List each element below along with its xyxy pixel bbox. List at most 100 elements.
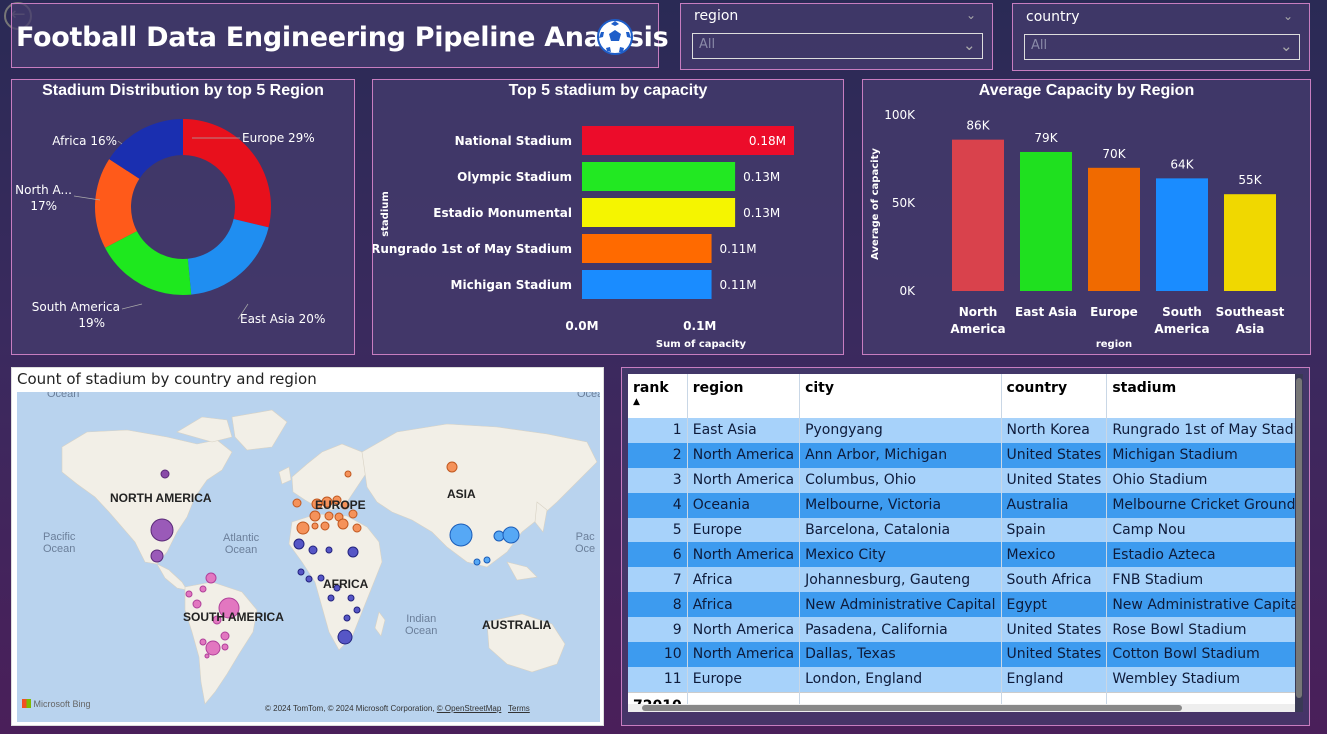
column-header-region[interactable]: region (687, 374, 801, 418)
country-cell: Mexico (1001, 542, 1108, 568)
table-row[interactable]: 1 East Asia Pyongyang North Korea Rungrado 1… (628, 418, 1295, 443)
osm-link[interactable]: © OpenStreetMap (437, 704, 502, 713)
stadium-cell: Estadio Azteca (1106, 542, 1295, 568)
region-cell: Oceania (687, 492, 801, 518)
barh-data-label: 0.13M (743, 206, 780, 220)
donut-leader-line (117, 140, 123, 145)
horizontal-scrollbar[interactable] (628, 704, 1295, 712)
table-row[interactable]: 7 Africa Johannesburg, Gauteng South Africa… (628, 567, 1295, 593)
country-cell: England (1001, 666, 1108, 693)
vertical-scrollbar-thumb[interactable] (1296, 378, 1302, 698)
barv-category-label: Southeast (1216, 305, 1285, 319)
barh-bar[interactable] (582, 162, 736, 191)
rank-cell: 3 (628, 467, 688, 493)
country-cell: Spain (1001, 517, 1108, 543)
barv-data-label: 64K (1170, 157, 1194, 171)
region-cell: Europe (687, 517, 801, 543)
country-dropdown[interactable]: All (1024, 34, 1300, 60)
barh-category-label: Rungrado 1st of May Stadium (373, 242, 572, 256)
donut-slice-1[interactable] (187, 219, 269, 295)
stadium-table: rank ▲ region city country stadium 1 East … (628, 374, 1295, 712)
barh-data-label: 0.11M (720, 242, 757, 256)
barv-tick-label: 50K (892, 196, 916, 210)
city-cell: Mexico City (799, 542, 1002, 568)
barv-xlabel: region (1096, 339, 1132, 350)
continent-label-europe: EUROPE (315, 498, 366, 512)
table-row[interactable]: 3 North America Columbus, Ohio United State… (628, 467, 1295, 493)
barh-title: Top 5 stadium by capacity (508, 82, 708, 99)
barv-bar[interactable] (1020, 151, 1072, 291)
rank-cell: 8 (628, 592, 688, 618)
column-header-rank[interactable]: rank ▲ (628, 374, 688, 418)
barv-category-label: South (1162, 305, 1202, 319)
barh-bar[interactable] (582, 270, 712, 299)
barh-bar[interactable] (582, 234, 712, 263)
chevron-down-icon[interactable]: ⌄ (966, 8, 976, 22)
table-row[interactable]: 11 Europe London, England England Wembley St… (628, 666, 1295, 693)
barv-bar[interactable] (1224, 194, 1276, 291)
country-cell: United States (1001, 467, 1108, 493)
table-row[interactable]: 4 Oceania Melbourne, Victoria Australia Melb… (628, 492, 1295, 518)
table-container: rank ▲ region city country stadium 1 East … (628, 374, 1295, 712)
region-cell: Europe (687, 666, 801, 693)
city-cell: New Administrative Capital (799, 592, 1002, 618)
stadium-cell: Wembley Stadium (1106, 666, 1295, 693)
barh-bar[interactable] (582, 198, 736, 227)
map-area[interactable]: NORTH AMERICA EUROPE ASIA AFRICA SOUTH A… (17, 392, 600, 722)
region-slicer-label: region (694, 8, 739, 24)
barh-xlabel: Sum of capacity (656, 339, 747, 350)
column-header-stadium[interactable]: stadium (1106, 374, 1295, 418)
country-cell: North Korea (1001, 418, 1108, 443)
barv-category-label: Asia (1236, 322, 1265, 336)
barh-category-label: Michigan Stadium (451, 278, 572, 292)
barv-category-label: Europe (1090, 305, 1138, 319)
table-row[interactable]: 6 North America Mexico City Mexico Estadio A… (628, 542, 1295, 568)
table-row[interactable]: 8 Africa New Administrative Capital Egypt Ne… (628, 592, 1295, 618)
barh-data-label: 0.18M (749, 134, 786, 148)
column-header-country[interactable]: country (1001, 374, 1108, 418)
region-cell: Africa (687, 567, 801, 593)
donut-chart: Europe 29% East Asia 20% South America 19% N… (15, 119, 325, 330)
region-cell: North America (687, 442, 801, 468)
rank-cell: 2 (628, 442, 688, 468)
barv-bar[interactable] (952, 139, 1004, 291)
chevron-down-icon[interactable]: ⌄ (1283, 9, 1293, 23)
stadium-cell: Rose Bowl Stadium (1106, 617, 1295, 643)
region-cell: Africa (687, 592, 801, 618)
barv-bar[interactable] (1088, 167, 1140, 291)
barv-category-label: America (950, 322, 1005, 336)
table-row[interactable]: 9 North America Pasadena, California United… (628, 617, 1295, 643)
stadium-cell: Melbourne Cricket Ground (1106, 492, 1295, 518)
rank-cell: 9 (628, 617, 688, 643)
country-cell: United States (1001, 442, 1108, 468)
country-dropdown-value: All (1031, 38, 1048, 53)
horizontal-scrollbar-thumb[interactable] (642, 705, 1182, 711)
barv-bar[interactable] (1156, 178, 1208, 291)
barv-ylabel: Average of capacity (870, 148, 881, 260)
country-cell: Egypt (1001, 592, 1108, 618)
region-dropdown-value: All (699, 37, 716, 52)
barv-tick-label: 100K (884, 108, 916, 122)
barh-category-label: National Stadium (455, 134, 572, 148)
terms-link[interactable]: Terms (508, 704, 530, 713)
chevron-down-icon: ⌄ (1280, 37, 1293, 55)
region-cell: East Asia (687, 418, 801, 443)
table-row[interactable]: 10 North America Dallas, Texas United State… (628, 642, 1295, 667)
barv-category-label: East Asia (1015, 305, 1077, 319)
region-cell: North America (687, 617, 801, 643)
sort-ascending-icon[interactable]: ▲ (633, 398, 682, 407)
table-row[interactable]: 2 North America Ann Arbor, Michigan United … (628, 442, 1295, 468)
donut-label: North A... (15, 183, 72, 197)
country-cell: South Africa (1001, 567, 1108, 593)
vertical-scrollbar[interactable] (1295, 374, 1303, 712)
table-row[interactable]: 5 Europe Barcelona, Catalonia Spain Camp Nou (628, 517, 1295, 543)
city-cell: Barcelona, Catalonia (799, 517, 1002, 543)
column-header-city[interactable]: city (799, 374, 1002, 418)
region-dropdown[interactable]: All (692, 33, 983, 59)
continent-label-australia: AUSTRALIA (482, 618, 552, 632)
barh-ylabel: stadium (380, 191, 391, 237)
stadium-cell: FNB Stadium (1106, 567, 1295, 593)
table-panel: rank ▲ region city country stadium 1 East … (621, 367, 1310, 726)
stadium-cell: Cotton Bowl Stadium (1106, 642, 1295, 667)
stadium-cell: New Administrative Capital Stadi (1106, 592, 1295, 618)
